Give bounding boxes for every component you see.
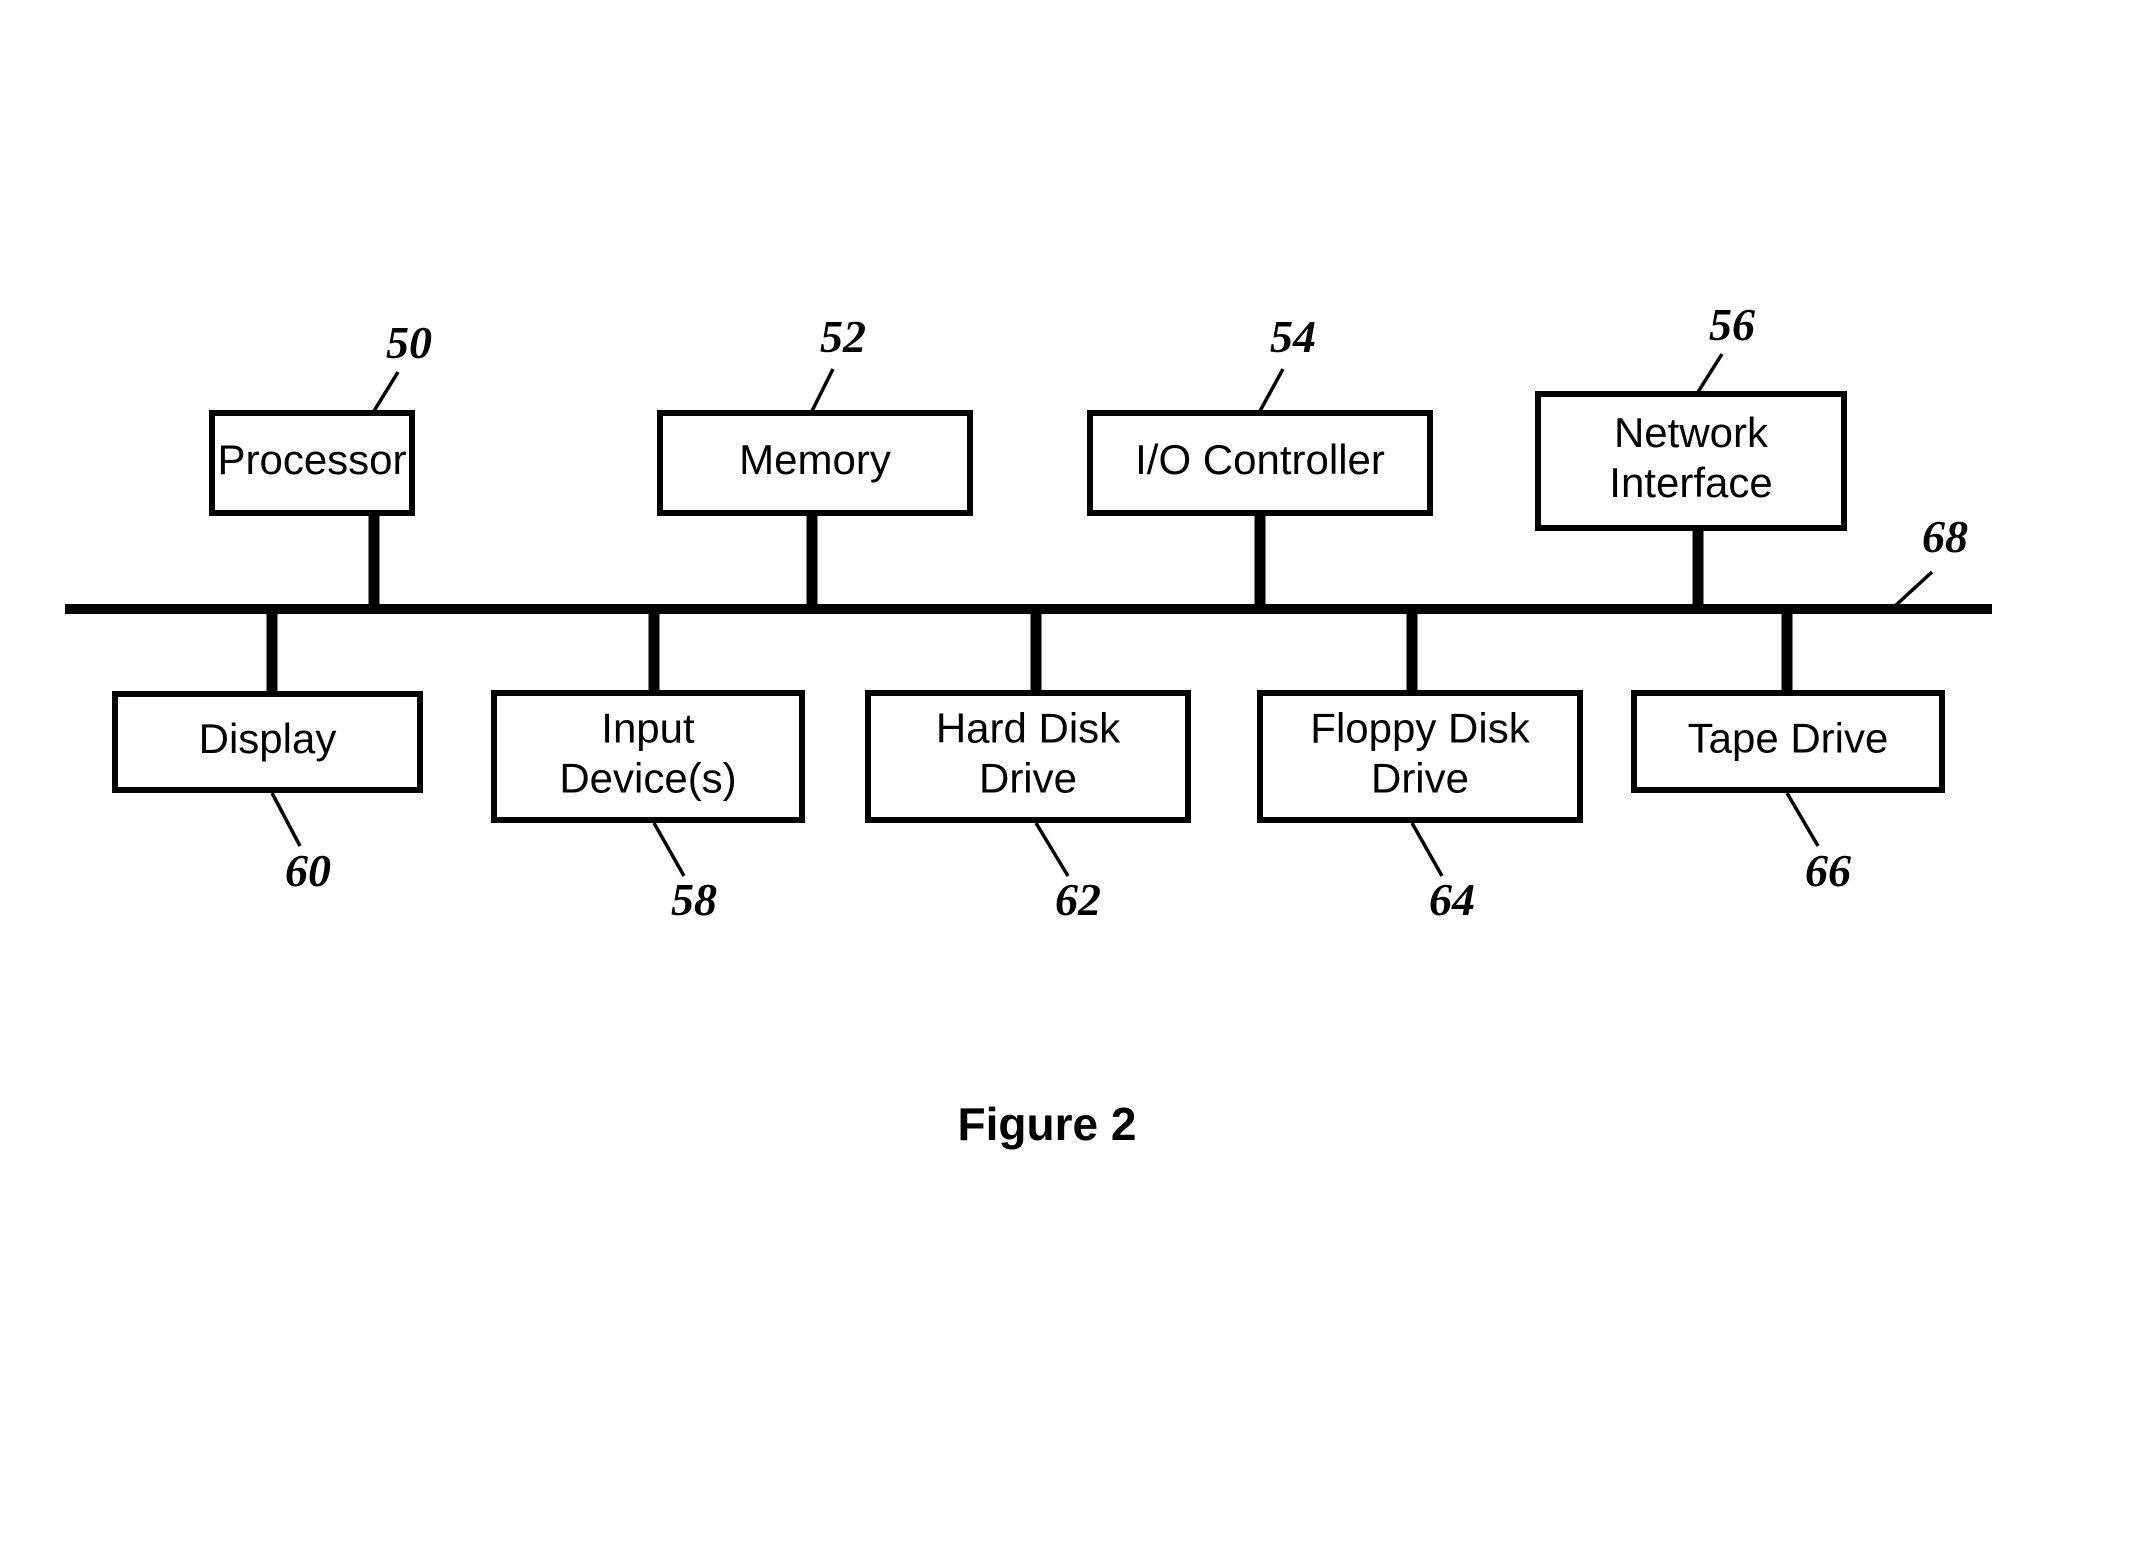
leader-line-network-interface <box>1696 353 1724 393</box>
leader-line-floppy-disk-drive <box>1410 822 1444 877</box>
block-display[interactable]: Display 60 <box>112 614 423 896</box>
block-network-interface[interactable]: NetworkInterface 56 <box>1535 299 1847 604</box>
block-memory[interactable]: Memory 52 <box>657 311 973 604</box>
label-hard-disk-drive: Drive <box>979 755 1077 802</box>
reference-number-input-devices: 58 <box>671 874 717 925</box>
label-floppy-disk-drive: Floppy Disk <box>1310 705 1530 752</box>
block-io-controller[interactable]: I/O Controller 54 <box>1087 311 1433 604</box>
label-memory: Memory <box>739 436 891 483</box>
block-hard-disk-drive[interactable]: Hard DiskDrive 62 <box>865 614 1191 925</box>
label-hard-disk-drive: Hard Disk <box>936 705 1121 752</box>
label-input-devices: Device(s) <box>559 755 736 802</box>
figure-2-block-diagram: Processor 50 Memory 52 I/O Controller 54 Netwo… <box>0 0 2129 1548</box>
reference-number-io-controller: 54 <box>1270 311 1316 362</box>
reference-number-processor: 50 <box>386 317 432 368</box>
figure-caption: Figure 2 <box>958 1098 1137 1150</box>
block-processor[interactable]: Processor 50 <box>209 317 432 604</box>
leader-line-memory <box>810 368 835 412</box>
reference-number-floppy-disk-drive: 64 <box>1429 874 1475 925</box>
label-network-interface: Network <box>1614 409 1769 456</box>
reference-number-memory: 52 <box>820 311 866 362</box>
label-input-devices: Input <box>601 705 695 752</box>
reference-number-display: 60 <box>285 845 331 896</box>
block-input-devices[interactable]: InputDevice(s) 58 <box>491 614 805 925</box>
top-row-blocks: Processor 50 Memory 52 I/O Controller 54 Netwo… <box>209 299 1847 604</box>
leader-line-io-controller <box>1258 368 1285 412</box>
leader-line-tape-drive <box>1785 792 1820 847</box>
block-floppy-disk-drive[interactable]: Floppy DiskDrive 64 <box>1257 614 1583 925</box>
bus-leader-line <box>1893 570 1934 608</box>
label-floppy-disk-drive: Drive <box>1371 755 1469 802</box>
bottom-row-blocks: Display60InputDevice(s)58Hard DiskDrive6… <box>112 614 1945 925</box>
system-bus-bar <box>65 604 1992 614</box>
label-display: Display <box>199 715 337 762</box>
leader-line-display <box>270 792 302 847</box>
label-tape-drive: Tape Drive <box>1688 715 1889 762</box>
diagram-canvas: Processor 50 Memory 52 I/O Controller 54 Netwo… <box>65 299 1992 1150</box>
leader-line-processor <box>372 371 400 412</box>
reference-number-hard-disk-drive: 62 <box>1055 874 1101 925</box>
label-io-controller: I/O Controller <box>1135 436 1385 483</box>
block-tape-drive[interactable]: Tape Drive 66 <box>1631 614 1945 896</box>
reference-number-network-interface: 56 <box>1709 299 1755 350</box>
leader-line-hard-disk-drive <box>1034 822 1070 877</box>
label-processor: Processor <box>217 436 406 483</box>
label-network-interface: Interface <box>1609 459 1772 506</box>
bus-reference-number: 68 <box>1922 511 1968 562</box>
leader-line-input-devices <box>652 822 686 877</box>
reference-number-tape-drive: 66 <box>1805 845 1851 896</box>
